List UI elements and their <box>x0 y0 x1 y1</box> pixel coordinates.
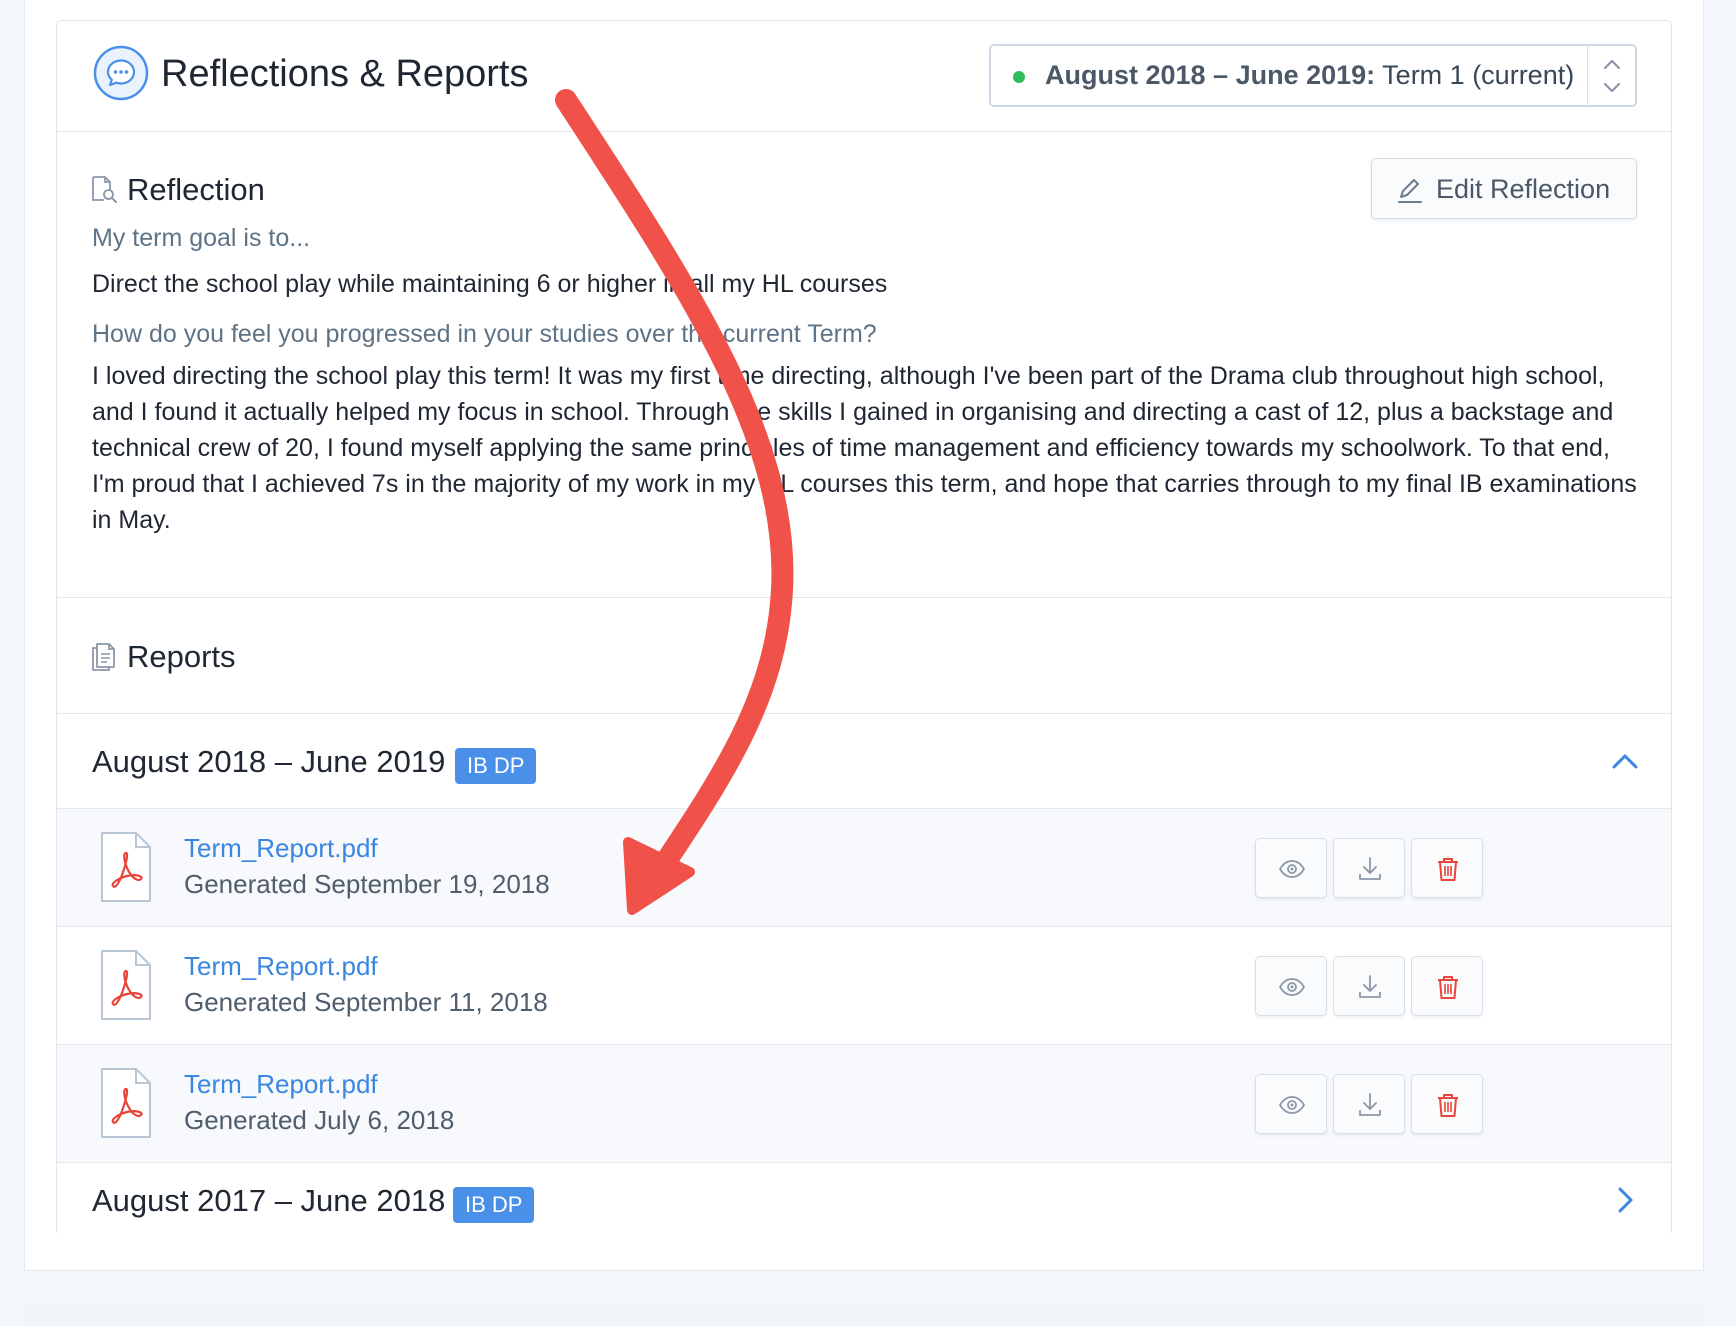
download-icon <box>1359 1093 1381 1116</box>
reflections-reports-card: Reflections & Reports August 2018 – June… <box>56 20 1672 1236</box>
term-select-term: Term 1 (current) <box>1382 60 1575 90</box>
page-footer-strip <box>24 1302 1704 1326</box>
view-report-button[interactable] <box>1255 838 1327 898</box>
document-search-icon <box>92 176 117 203</box>
report-group-2018-2019[interactable]: August 2018 – June 2019 IB DP <box>57 714 1671 808</box>
download-report-button[interactable] <box>1333 838 1405 898</box>
documents-icon <box>92 643 115 671</box>
chevron-up-icon[interactable] <box>1609 746 1641 778</box>
report-file-row: Term_Report.pdf Generated September 19, … <box>57 808 1671 926</box>
download-icon <box>1359 857 1381 880</box>
chevron-up-down-icon <box>1603 59 1621 93</box>
reflection-section: Reflection Edit Reflection My term goal … <box>57 132 1671 598</box>
reports-title: Reports <box>127 639 236 674</box>
progress-question: How do you feel you progressed in your s… <box>92 320 877 348</box>
eye-icon <box>1278 978 1306 996</box>
download-icon <box>1359 975 1381 998</box>
report-group-label: August 2018 – June 2019 <box>92 744 446 779</box>
reports-section-header: Reports <box>57 598 1671 714</box>
chat-bubble-icon <box>93 45 149 101</box>
card-header: Reflections & Reports August 2018 – June… <box>57 21 1671 132</box>
report-file-row: Term_Report.pdf Generated September 11, … <box>57 926 1671 1044</box>
goal-question: My term goal is to... <box>92 224 311 252</box>
delete-report-button[interactable] <box>1411 956 1483 1016</box>
report-group-2017-2018[interactable]: August 2017 – June 2018 IB DP <box>57 1162 1671 1236</box>
report-file-row: Term_Report.pdf Generated July 6, 2018 <box>57 1044 1671 1162</box>
program-badge: IB DP <box>455 748 537 784</box>
report-group-label: August 2017 – June 2018 <box>92 1183 446 1218</box>
pencil-icon <box>1398 179 1422 203</box>
card-title: Reflections & Reports <box>161 53 529 95</box>
page-divider <box>24 1270 1704 1271</box>
report-file-link[interactable]: Term_Report.pdf <box>184 1069 378 1100</box>
edit-reflection-button[interactable]: Edit Reflection <box>1371 158 1637 219</box>
eye-icon <box>1278 1096 1306 1114</box>
trash-icon <box>1438 1094 1458 1117</box>
trash-icon <box>1438 976 1458 999</box>
delete-report-button[interactable] <box>1411 838 1483 898</box>
download-report-button[interactable] <box>1333 956 1405 1016</box>
report-file-date: Generated September 19, 2018 <box>184 869 550 899</box>
report-file-link[interactable]: Term_Report.pdf <box>184 951 378 982</box>
term-select-value: August 2018 – June 2019: Term 1 (current… <box>1045 60 1574 91</box>
view-report-button[interactable] <box>1255 956 1327 1016</box>
pdf-file-icon <box>101 950 151 1020</box>
edit-reflection-label: Edit Reflection <box>1436 174 1611 204</box>
term-select-stepper[interactable] <box>1587 46 1635 105</box>
goal-answer: Direct the school play while maintaining… <box>92 270 888 298</box>
pdf-file-icon <box>101 1068 151 1138</box>
pdf-file-icon <box>101 832 151 902</box>
term-select-year: August 2018 – June 2019: <box>1045 60 1376 90</box>
delete-report-button[interactable] <box>1411 1074 1483 1134</box>
term-select[interactable]: August 2018 – June 2019: Term 1 (current… <box>989 44 1637 107</box>
download-report-button[interactable] <box>1333 1074 1405 1134</box>
report-file-date: Generated September 11, 2018 <box>184 987 548 1017</box>
report-file-link[interactable]: Term_Report.pdf <box>184 833 378 864</box>
eye-icon <box>1278 860 1306 878</box>
program-badge: IB DP <box>453 1187 535 1223</box>
chevron-right-icon[interactable] <box>1609 1184 1641 1216</box>
report-file-date: Generated July 6, 2018 <box>184 1105 455 1135</box>
reflection-title: Reflection <box>127 172 265 207</box>
progress-answer: I loved directing the school play this t… <box>92 362 1637 534</box>
trash-icon <box>1438 858 1458 881</box>
view-report-button[interactable] <box>1255 1074 1327 1134</box>
current-term-status-dot <box>1013 71 1025 83</box>
